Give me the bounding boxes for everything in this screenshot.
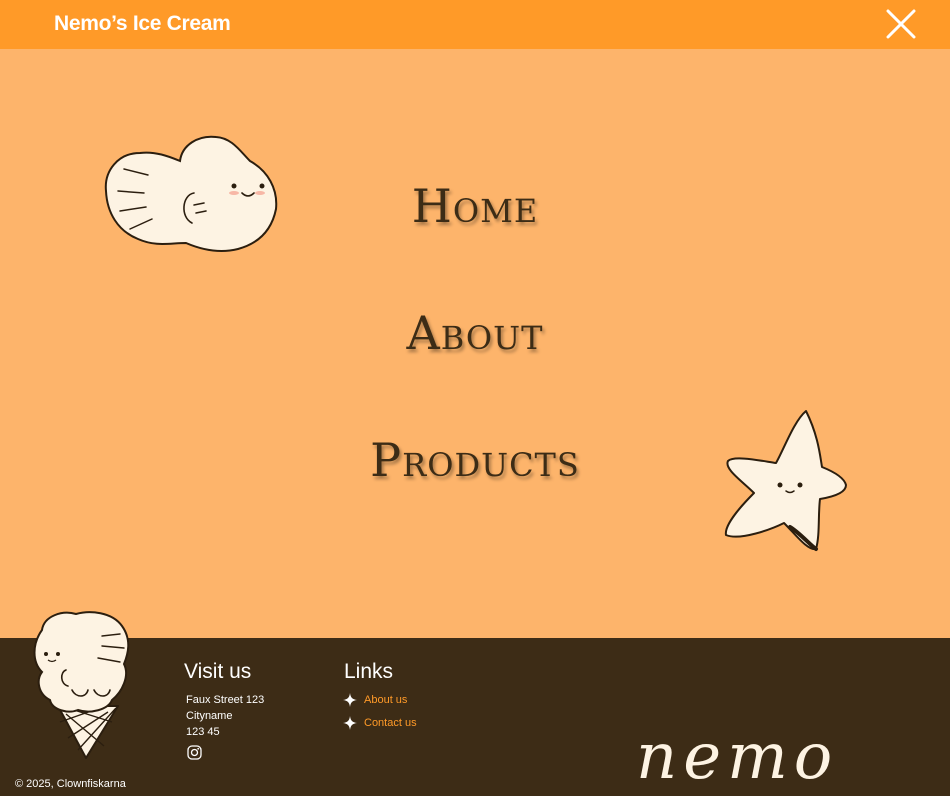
- top-bar: Nemo’s Ice Cream: [0, 0, 950, 49]
- footer-link-about-us[interactable]: About us: [343, 692, 407, 708]
- address-line: Faux Street 123: [186, 694, 265, 706]
- starfish-illustration: [724, 410, 847, 551]
- footer-link-contact-us[interactable]: Contact us: [343, 715, 417, 731]
- flower-icon: [890, 748, 910, 768]
- about-us-link[interactable]: About us: [364, 694, 407, 706]
- menu-link-home[interactable]: Home: [0, 179, 950, 233]
- instagram-icon[interactable]: [187, 745, 202, 760]
- logo-text: nemo: [636, 720, 838, 792]
- navigation-menu: Home About Products: [0, 49, 950, 638]
- address-line: Cityname: [186, 710, 233, 722]
- contact-us-link[interactable]: Contact us: [364, 717, 417, 729]
- close-menu-button[interactable]: [883, 6, 919, 42]
- menu-link-about[interactable]: About: [0, 306, 950, 360]
- site-footer: Visit us Faux Street 123 Cityname 123 45…: [0, 611, 950, 796]
- ice-cream-cone-illustration: [33, 611, 130, 759]
- visit-us-heading: Visit us: [184, 660, 252, 683]
- sparkle-icon: [343, 693, 357, 707]
- links-heading: Links: [344, 660, 394, 683]
- brand-title[interactable]: Nemo’s Ice Cream: [54, 12, 231, 36]
- address-line: 123 45: [186, 726, 220, 738]
- copyright-text: © 2025, Clownfiskarna: [15, 778, 126, 790]
- nemo-logo: nemo: [636, 720, 910, 792]
- sparkle-icon: [343, 716, 357, 730]
- close-icon: [886, 9, 916, 39]
